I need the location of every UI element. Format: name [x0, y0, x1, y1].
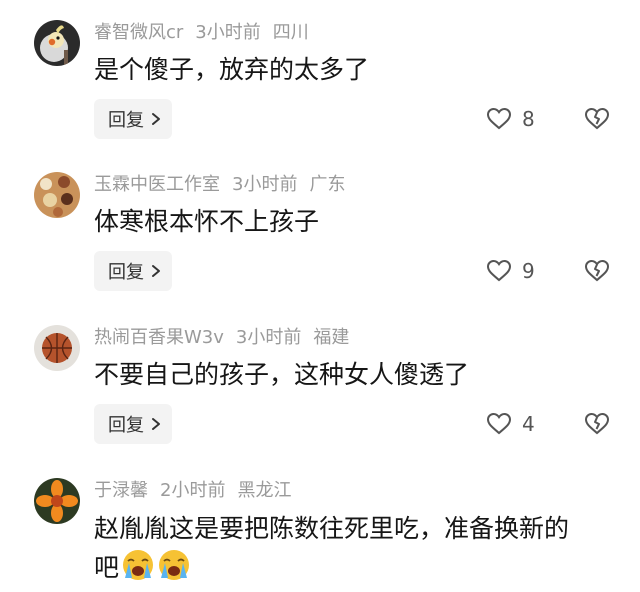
like-button[interactable]: 8 [486, 107, 535, 131]
cockatiel-bird-icon [34, 20, 80, 66]
avatar[interactable] [34, 325, 80, 371]
comment-text-line2: 吧 [94, 548, 191, 587]
reply-button[interactable]: 回复 [94, 99, 172, 139]
reply-button[interactable]: 回复 [94, 251, 172, 291]
heart-icon [486, 107, 512, 130]
avatar[interactable] [34, 20, 80, 66]
like-button[interactable]: 9 [486, 259, 535, 283]
loudly-crying-face-icon [123, 550, 154, 580]
broken-heart-icon [584, 107, 610, 130]
herbs-tray-icon [34, 172, 80, 218]
like-count: 9 [522, 259, 535, 283]
broken-heart-icon [584, 412, 610, 435]
chevron-right-icon [152, 265, 160, 277]
like-button[interactable]: 4 [486, 412, 535, 436]
dislike-button[interactable] [584, 259, 610, 287]
comment-location: 福建 [313, 327, 350, 348]
comment-location: 四川 [272, 22, 309, 43]
comment-text: 是个傻子，放弃的太多了 [94, 55, 370, 84]
like-count: 8 [522, 107, 535, 131]
comment-meta: 于渌馨 2小时前 黑龙江 [94, 480, 303, 502]
broken-heart-icon [584, 259, 610, 282]
chevron-right-icon [152, 418, 160, 430]
reply-label: 回复 [108, 110, 144, 131]
avatar[interactable] [34, 478, 80, 524]
author-name[interactable]: 睿智微风cr [94, 22, 183, 43]
heart-icon [486, 259, 512, 282]
like-count: 4 [522, 412, 535, 436]
comment-text-line1: 赵胤胤这是要把陈数往死里吃，准备换新的 [94, 514, 570, 543]
comment-text-tail: 吧 [94, 553, 120, 582]
comment-time: 2小时前 [160, 480, 226, 501]
comment-text: 不要自己的孩子，这种女人傻透了 [94, 360, 470, 389]
reply-label: 回复 [108, 415, 144, 436]
dislike-button[interactable] [584, 412, 610, 440]
avatar[interactable] [34, 172, 80, 218]
author-name[interactable]: 玉霖中医工作室 [94, 174, 220, 195]
loudly-crying-face-icon [159, 550, 190, 580]
basketball-icon [34, 325, 80, 371]
comment-meta: 热闹百香果W3v 3小时前 福建 [94, 327, 361, 349]
heart-icon [486, 412, 512, 435]
comment-time: 3小时前 [232, 174, 298, 195]
author-name[interactable]: 于渌馨 [94, 480, 148, 501]
comment-meta: 玉霖中医工作室 3小时前 广东 [94, 174, 357, 196]
comment-text: 体寒根本怀不上孩子 [94, 207, 320, 236]
dislike-button[interactable] [584, 107, 610, 135]
comment-location: 广东 [309, 174, 346, 195]
comment-time: 3小时前 [235, 327, 302, 348]
reply-button[interactable]: 回复 [94, 404, 172, 444]
comment-time: 3小时前 [195, 22, 261, 43]
comment-meta: 睿智微风cr 3小时前 四川 [94, 22, 321, 44]
chevron-right-icon [152, 113, 160, 125]
reply-label: 回复 [108, 262, 144, 283]
author-name[interactable]: 热闹百香果W3v [94, 327, 224, 348]
flower-icon [34, 478, 80, 524]
comment-location: 黑龙江 [237, 480, 292, 501]
